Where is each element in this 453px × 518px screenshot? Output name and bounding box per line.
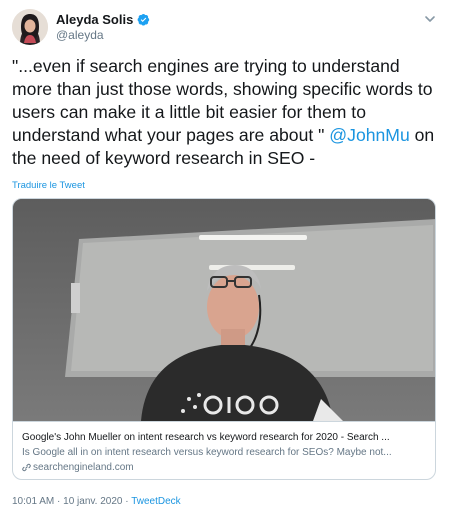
author-handle[interactable]: @aleyda: [56, 28, 104, 42]
tweet: Aleyda Solis @aleyda "...even if search …: [0, 0, 453, 518]
link-icon: [22, 463, 31, 472]
tweet-text: "...even if search engines are trying to…: [12, 55, 440, 170]
mention-link[interactable]: @JohnMu: [329, 125, 409, 145]
card-description: Is Google all in on intent research vers…: [22, 447, 392, 458]
verified-badge-icon: [137, 13, 150, 26]
tweet-source-link[interactable]: TweetDeck: [131, 496, 180, 507]
meta-separator-2: ·: [122, 496, 132, 507]
tweet-date[interactable]: 10 janv. 2020: [63, 496, 122, 507]
avatar[interactable]: [12, 9, 48, 45]
tweet-time[interactable]: 10:01 AM: [12, 496, 54, 507]
card-image[interactable]: [13, 199, 435, 421]
card-domain: searchengineland.com: [22, 461, 428, 474]
card-body[interactable]: Google's John Mueller on intent research…: [13, 421, 435, 479]
card-domain-text: searchengineland.com: [33, 462, 134, 473]
meta-separator: ·: [54, 496, 64, 507]
author-display-name[interactable]: Aleyda Solis: [56, 12, 133, 27]
author-name-row[interactable]: Aleyda Solis: [56, 12, 150, 27]
chevron-down-icon[interactable]: [423, 12, 437, 26]
translate-tweet-link[interactable]: Traduire le Tweet: [12, 180, 85, 191]
tweet-meta: 10:01 AM · 10 janv. 2020 · TweetDeck: [12, 496, 181, 507]
card-title[interactable]: Google's John Mueller on intent research…: [22, 431, 428, 444]
link-card[interactable]: Google's John Mueller on intent research…: [12, 198, 436, 480]
